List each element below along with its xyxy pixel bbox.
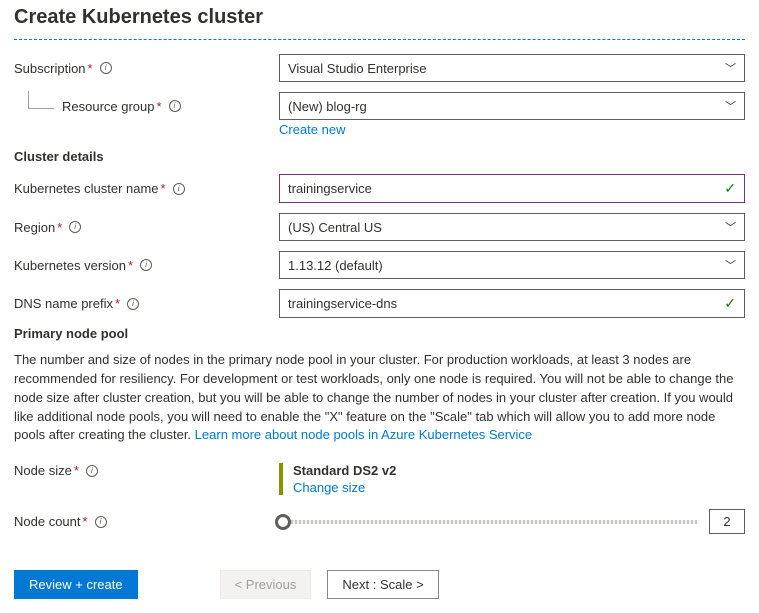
subscription-label: Subscription * i	[14, 61, 279, 76]
primary-pool-description: The number and size of nodes in the prim…	[14, 351, 745, 445]
region-select[interactable]: (US) Central US ﹀	[279, 213, 745, 241]
previous-button: < Previous	[220, 570, 312, 599]
info-icon[interactable]: i	[140, 259, 152, 271]
info-icon[interactable]: i	[127, 298, 139, 310]
chevron-down-icon: ﹀	[725, 257, 736, 273]
resource-group-label: Resource group * i	[14, 97, 279, 115]
cluster-details-heading: Cluster details	[14, 149, 745, 164]
node-size-label: Node size * i	[14, 463, 279, 478]
info-icon[interactable]: i	[69, 221, 81, 233]
region-label: Region * i	[14, 220, 279, 235]
change-size-link[interactable]: Change size	[293, 480, 745, 495]
info-icon[interactable]: i	[95, 516, 107, 528]
learn-more-link[interactable]: Learn more about node pools in Azure Kub…	[195, 427, 533, 442]
dns-prefix-label: DNS name prefix * i	[14, 296, 279, 311]
chevron-down-icon: ﹀	[725, 60, 736, 76]
subscription-value: Visual Studio Enterprise	[288, 61, 427, 76]
chevron-down-icon: ﹀	[725, 98, 736, 114]
chevron-down-icon: ﹀	[725, 219, 736, 235]
info-icon[interactable]: i	[169, 100, 181, 112]
primary-pool-heading: Primary node pool	[14, 326, 745, 341]
resource-group-value: (New) blog-rg	[288, 99, 367, 114]
required-asterisk: *	[88, 61, 93, 76]
cluster-name-label: Kubernetes cluster name * i	[14, 181, 279, 196]
divider	[14, 39, 745, 40]
create-new-link[interactable]: Create new	[279, 122, 345, 137]
node-count-input[interactable]: 2	[709, 509, 745, 534]
subscription-select[interactable]: Visual Studio Enterprise ﹀	[279, 54, 745, 82]
review-create-button[interactable]: Review + create	[14, 570, 138, 599]
info-icon[interactable]: i	[100, 62, 112, 74]
info-icon[interactable]: i	[173, 183, 185, 195]
node-count-slider[interactable]	[279, 520, 699, 524]
info-icon[interactable]: i	[86, 465, 98, 477]
version-select[interactable]: 1.13.12 (default) ﹀	[279, 251, 745, 279]
node-size-display: Standard DS2 v2 Change size	[279, 463, 745, 495]
check-icon: ✓	[724, 295, 736, 312]
cluster-name-input[interactable]: trainingservice ✓	[279, 174, 745, 203]
node-count-label: Node count * i	[14, 514, 279, 529]
dns-prefix-input[interactable]: trainingservice-dns ✓	[279, 289, 745, 318]
resource-group-select[interactable]: (New) blog-rg ﹀	[279, 92, 745, 120]
check-icon: ✓	[724, 180, 736, 197]
next-button[interactable]: Next : Scale >	[327, 570, 438, 599]
slider-thumb-icon[interactable]	[275, 514, 291, 530]
version-label: Kubernetes version * i	[14, 258, 279, 273]
tree-connector-icon	[28, 91, 54, 109]
page-title: Create Kubernetes cluster	[14, 6, 745, 29]
